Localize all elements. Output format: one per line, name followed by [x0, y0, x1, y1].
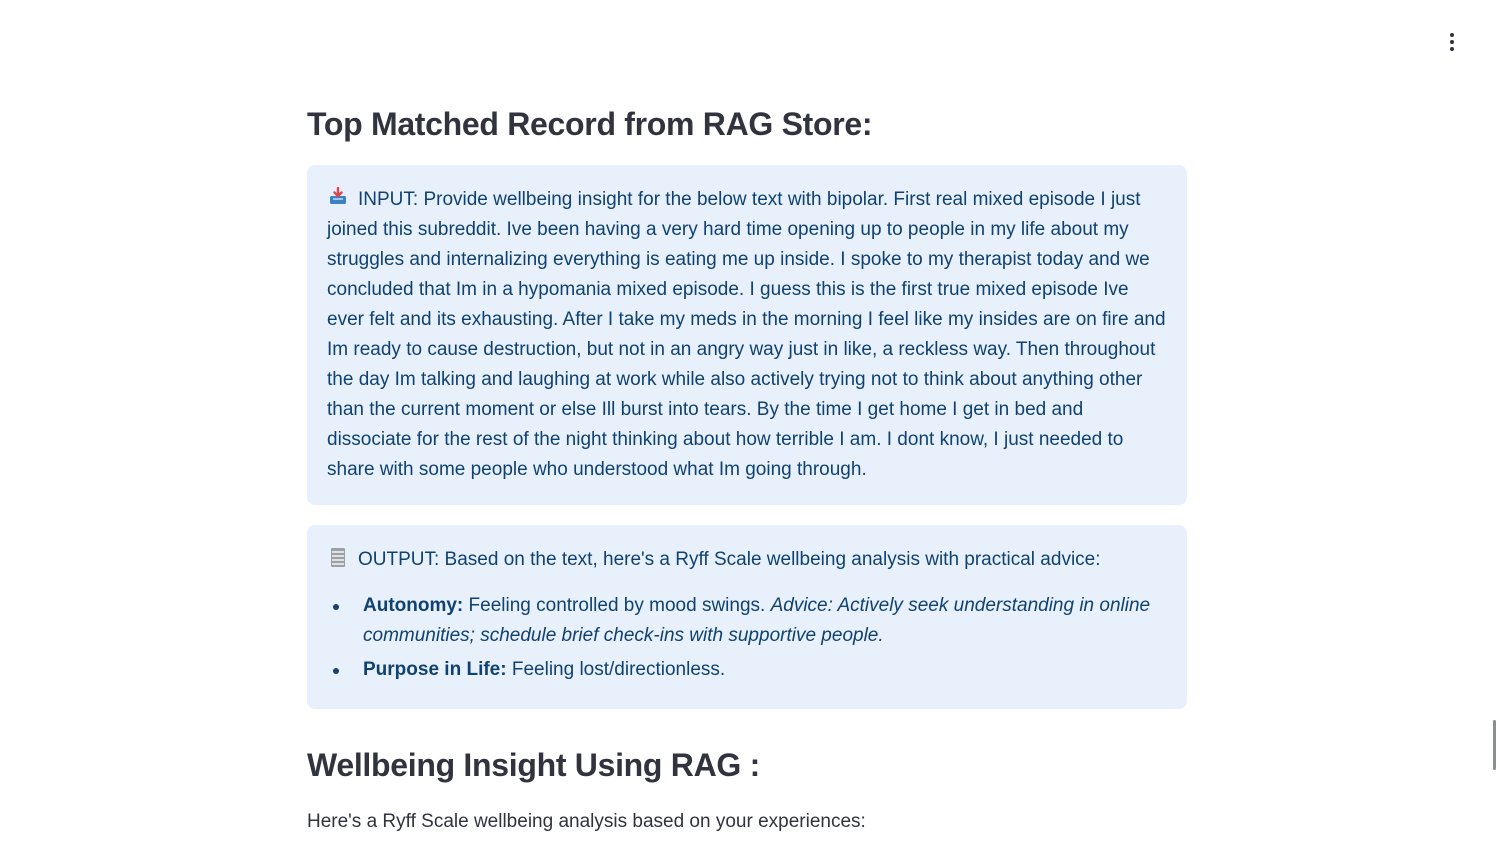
input-text: INPUT: Provide wellbeing insight for the… [327, 189, 1166, 480]
inbox-tray-icon [327, 185, 349, 215]
list-item-label: Purpose in Life: [363, 659, 507, 680]
output-record-box: OUTPUT: Based on the text, here's a Ryff… [307, 525, 1187, 709]
list-item-text: Feeling lost/directionless. [506, 659, 726, 680]
vertical-ellipsis-icon [1450, 33, 1454, 37]
top-matched-heading: Top Matched Record from RAG Store: [307, 106, 873, 142]
output-text: OUTPUT: Based on the text, here's a Ryff… [358, 549, 1101, 570]
scrollbar-thumb[interactable] [1493, 720, 1496, 770]
output-line: OUTPUT: Based on the text, here's a Ryff… [327, 545, 1167, 575]
vertical-ellipsis-dot [1450, 40, 1454, 44]
insight-heading: Wellbeing Insight Using RAG : [307, 747, 760, 783]
list-item-text: Feeling controlled by mood swings. [463, 595, 771, 616]
list-item: Autonomy: Feeling controlled by mood swi… [333, 591, 1167, 651]
receipt-icon [327, 545, 349, 575]
list-item-label: Autonomy: [363, 595, 464, 616]
main-menu-button[interactable] [1440, 30, 1464, 54]
input-record-box: INPUT: Provide wellbeing insight for the… [307, 165, 1187, 505]
list-item: Purpose in Life: Feeling lost/directionl… [333, 655, 1167, 685]
insight-intro: Here's a Ryff Scale wellbeing analysis b… [307, 811, 866, 832]
vertical-ellipsis-dot [1450, 47, 1454, 51]
advice-list: Autonomy: Feeling controlled by mood swi… [327, 591, 1167, 685]
